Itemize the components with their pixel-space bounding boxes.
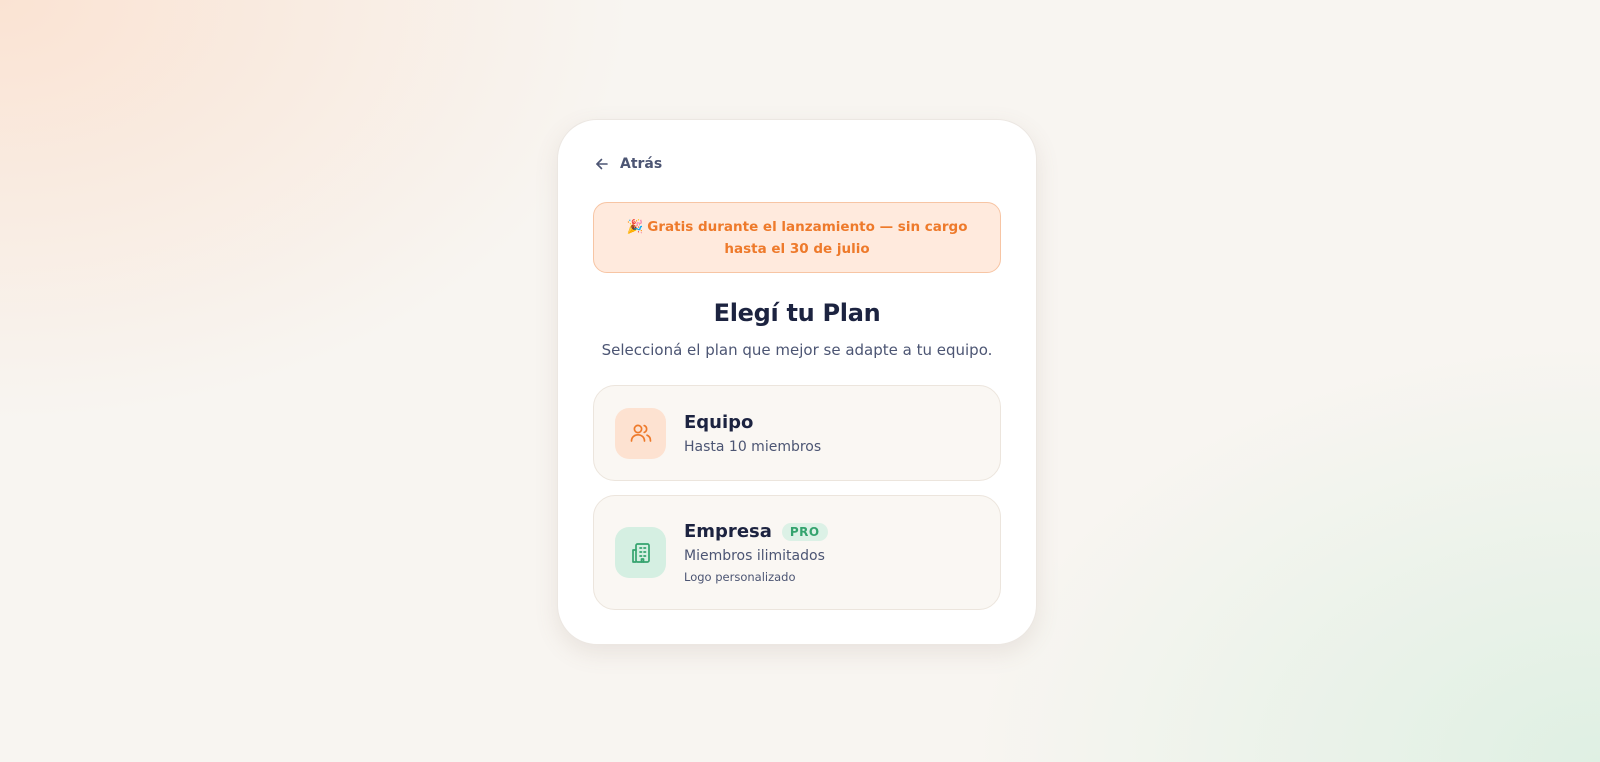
- users-icon: [615, 407, 666, 459]
- plan-selection-card: Atrás 🎉 Gratis durante el lanzamiento — s…: [557, 119, 1037, 645]
- back-label: Atrás: [620, 156, 663, 172]
- building-icon: [615, 527, 666, 578]
- party-popper-icon: 🎉: [626, 218, 644, 235]
- plan-name: Equipo: [684, 411, 754, 433]
- launch-promo-banner: 🎉 Gratis durante el lanzamiento — sin car…: [593, 202, 1001, 273]
- plan-name: Empresa: [684, 521, 772, 542]
- plan-option-equipo[interactable]: Equipo Hasta 10 miembros: [593, 385, 1001, 481]
- back-button[interactable]: Atrás: [594, 154, 662, 174]
- plan-description: Miembros ilimitados: [684, 548, 825, 564]
- pro-badge: PRO: [781, 522, 828, 541]
- arrow-left-icon: [594, 156, 610, 172]
- plan-description: Hasta 10 miembros: [684, 438, 822, 455]
- plan-option-empresa[interactable]: Empresa PRO Miembros ilimitados Logo per…: [593, 495, 1001, 610]
- plan-feature-note: Logo personalizado: [684, 570, 796, 584]
- page-subtitle: Seleccioná el plan que mejor se adapte a…: [601, 341, 993, 359]
- banner-text: Gratis durante el lanzamiento — sin carg…: [647, 218, 968, 257]
- page-title: Elegí tu Plan: [713, 299, 881, 327]
